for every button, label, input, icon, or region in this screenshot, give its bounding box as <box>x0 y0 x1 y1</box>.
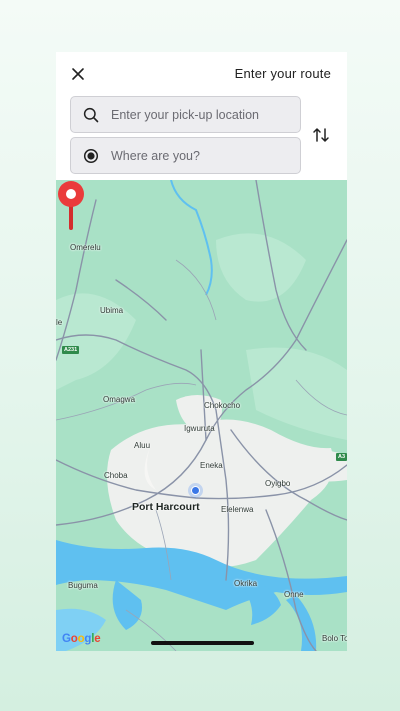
map-label: Omerelu <box>70 243 101 252</box>
map-label: Onne <box>284 590 304 599</box>
route-header: Enter your route <box>56 52 347 180</box>
destination-field[interactable] <box>70 137 301 174</box>
pickup-field[interactable] <box>70 96 301 133</box>
google-logo: Google <box>62 633 101 645</box>
radio-target-icon <box>71 137 111 174</box>
map-label: Chokocho <box>204 401 241 410</box>
home-indicator <box>151 641 254 645</box>
map-label: Buguma <box>68 581 98 590</box>
map-label: Omagwa <box>103 395 136 404</box>
road-shield: A231 <box>62 346 80 354</box>
page-title: Enter your route <box>234 66 331 81</box>
map-label: Bolo To <box>322 634 347 643</box>
swap-button[interactable] <box>310 124 332 146</box>
search-icon <box>71 96 111 133</box>
map-label: le <box>56 318 63 327</box>
map-label: Ubima <box>100 306 124 315</box>
map-label: Oyigbo <box>265 479 291 488</box>
map-label: Port Harcourt <box>132 501 200 513</box>
map-label: Okrika <box>234 579 258 588</box>
map-label: Elelenwa <box>221 505 254 514</box>
map-label: Aluu <box>134 441 151 450</box>
map-label: Igwuruta <box>184 424 215 433</box>
route-screen: Enter your route Enter your pick-up loca… <box>56 52 347 651</box>
map-label: Eneka <box>200 461 223 470</box>
pickup-input[interactable] <box>111 107 291 122</box>
map-pin-icon[interactable] <box>56 180 86 232</box>
swap-vertical-icon <box>313 128 329 142</box>
map-label: Choba <box>104 471 128 480</box>
map-view[interactable]: Omerelu Ubima le A231 Omagwa Chokocho Ig… <box>56 180 347 651</box>
destination-input[interactable] <box>111 148 291 163</box>
road-shield: A3 <box>336 453 347 461</box>
close-button[interactable] <box>66 62 90 86</box>
close-icon <box>72 68 84 80</box>
current-location-icon <box>188 483 203 498</box>
